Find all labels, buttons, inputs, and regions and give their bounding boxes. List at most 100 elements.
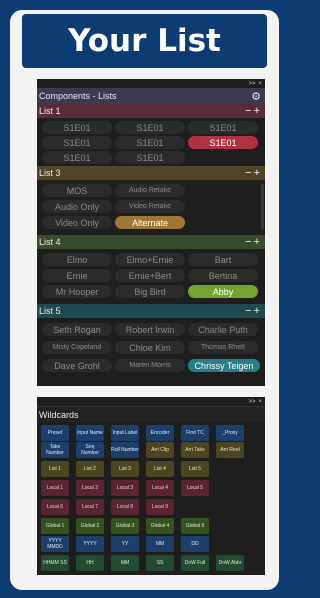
list-item[interactable]: Video Retake [115, 200, 185, 213]
wildcard-button[interactable]: Preset [41, 425, 69, 441]
wildcard-button[interactable]: Arri Clip [146, 442, 174, 458]
wildcard-button[interactable]: Seq Number [76, 442, 104, 458]
wildcard-button[interactable]: DD [181, 536, 209, 552]
wildcard-button[interactable]: List 5 [181, 461, 209, 477]
list-item[interactable]: Seth Rogan [42, 323, 112, 336]
list-item[interactable]: Big Bird [115, 285, 185, 298]
list-item[interactable]: Mr Hooper [42, 285, 112, 298]
wildcard-button[interactable]: First TC [181, 425, 209, 441]
wildcards-window-controls: >> × [37, 397, 265, 406]
expand-icon[interactable]: >> [248, 399, 255, 405]
wildcard-button[interactable]: Global 3 [111, 518, 139, 534]
list-item[interactable]: Ernie [42, 269, 112, 282]
wildcards-header: Wildcards [37, 406, 265, 422]
list-item[interactable]: MOS [42, 184, 112, 197]
add-item-button[interactable]: + [254, 105, 262, 117]
wildcard-button[interactable]: Local 1 [41, 480, 69, 496]
remove-item-button[interactable]: − [245, 105, 253, 117]
wildcard-button[interactable]: Encoder [146, 425, 174, 441]
wildcard-button[interactable]: Roll Number [111, 442, 139, 458]
wildcard-button[interactable]: Local 7 [76, 499, 104, 515]
wildcard-button[interactable]: YYYY [76, 536, 104, 552]
list-item[interactable]: S1E01 [115, 121, 185, 134]
add-item-button[interactable]: + [254, 305, 262, 317]
wildcard-button[interactable]: Local 3 [111, 480, 139, 496]
list-item[interactable]: Audio Only [42, 200, 112, 213]
wildcard-button[interactable]: List 4 [146, 461, 174, 477]
wildcard-button[interactable]: Local 2 [76, 480, 104, 496]
wildcard-button[interactable]: MM [146, 536, 174, 552]
wildcard-button[interactable]: YYYY MMDD [41, 536, 69, 552]
list-item[interactable]: Maren Morris [115, 359, 185, 372]
wildcard-button[interactable]: Local 6 [41, 499, 69, 515]
list-item[interactable]: S1E01 [115, 151, 185, 164]
wildcard-button[interactable]: SS [146, 555, 174, 571]
list-item[interactable]: Misty Copeland [42, 341, 112, 354]
list-name: List 4 [39, 237, 61, 247]
wildcard-button[interactable]: Input Name [76, 425, 104, 441]
list-body-list-1: S1E01 S1E01 S1E01 S1E01 S1E01 S1E01 S1E0… [37, 118, 265, 166]
wildcard-button[interactable]: Input Label [111, 425, 139, 441]
wildcard-button[interactable]: Arri Reel [216, 442, 244, 458]
wildcard-button[interactable]: List 2 [76, 461, 104, 477]
list-item[interactable]: S1E01 [42, 136, 112, 149]
list-item[interactable]: Charlie Puth [188, 323, 258, 336]
list-item-selected[interactable]: S1E01 [188, 136, 258, 149]
remove-item-button[interactable]: − [245, 167, 253, 179]
list-header-list-4: List 4 −+ [37, 235, 265, 249]
wildcard-button[interactable]: Arri Take [181, 442, 209, 458]
wildcard-button[interactable]: Global 5 [181, 518, 209, 534]
list-item[interactable]: S1E01 [115, 136, 185, 149]
wildcard-button[interactable]: DoW Full [181, 555, 209, 571]
list-item[interactable]: Thomas Rhett [188, 341, 258, 354]
list-item[interactable]: Video Only [42, 216, 112, 229]
list-item[interactable]: Elmo [42, 253, 112, 266]
add-item-button[interactable]: + [254, 167, 262, 179]
wildcard-button[interactable]: Take Number [41, 442, 69, 458]
wildcard-button[interactable]: Global 2 [76, 518, 104, 534]
list-name: List 1 [39, 106, 61, 116]
wildcard-button[interactable]: HHMM SS [41, 555, 69, 571]
add-item-button[interactable]: + [254, 236, 262, 248]
panel-title: Components - Lists [39, 91, 117, 101]
list-item[interactable]: Robert Irwin [115, 323, 185, 336]
wildcard-button[interactable]: MM [111, 555, 139, 571]
wildcard-button[interactable]: Local 4 [146, 480, 174, 496]
list-item[interactable]: Dave Grohl [42, 359, 112, 372]
list-name: List 3 [39, 168, 61, 178]
wildcard-button[interactable]: Global 4 [146, 518, 174, 534]
scrollbar[interactable] [261, 184, 264, 230]
list-body-list-3: MOS Audio Retake Audio Only Video Retake… [37, 180, 265, 235]
wildcard-button[interactable]: Global 1 [41, 518, 69, 534]
wildcard-button[interactable]: Local 5 [181, 480, 209, 496]
list-item[interactable]: Elmo+Ernie [115, 253, 185, 266]
wildcard-button[interactable]: List 3 [111, 461, 139, 477]
gear-icon[interactable]: ⚙ [251, 90, 261, 103]
list-item[interactable]: Bart [188, 253, 258, 266]
wildcard-button[interactable]: YY [111, 536, 139, 552]
close-icon[interactable]: × [258, 399, 262, 405]
expand-icon[interactable]: >> [248, 81, 255, 87]
wildcard-button[interactable]: DoW Abbr [216, 555, 244, 571]
list-header-list-5: List 5 −+ [37, 304, 265, 318]
list-item-selected[interactable]: Alternate [115, 216, 185, 229]
list-item[interactable]: Chloe Kim [115, 341, 185, 354]
wildcards-title: Wildcards [39, 409, 79, 420]
list-item[interactable]: S1E01 [42, 121, 112, 134]
list-item[interactable]: S1E01 [42, 151, 112, 164]
wildcard-button[interactable]: List 1 [41, 461, 69, 477]
close-icon[interactable]: × [258, 81, 262, 87]
list-item[interactable]: Ernie+Bert [115, 269, 185, 282]
list-item[interactable]: Bertina [188, 269, 258, 282]
wildcard-button[interactable]: Local 9 [146, 499, 174, 515]
list-header-list-1: List 1 −+ [37, 104, 265, 118]
remove-item-button[interactable]: − [245, 236, 253, 248]
list-item[interactable]: S1E01 [188, 121, 258, 134]
list-item-selected[interactable]: Abby [188, 285, 258, 298]
wildcard-button[interactable]: Local 8 [111, 499, 139, 515]
wildcard-button[interactable]: _Proxy [216, 425, 244, 441]
remove-item-button[interactable]: − [245, 305, 253, 317]
wildcard-button[interactable]: HH [76, 555, 104, 571]
list-item-selected[interactable]: Chrissy Teigen [188, 359, 260, 372]
list-item[interactable]: Audio Retake [115, 184, 185, 197]
